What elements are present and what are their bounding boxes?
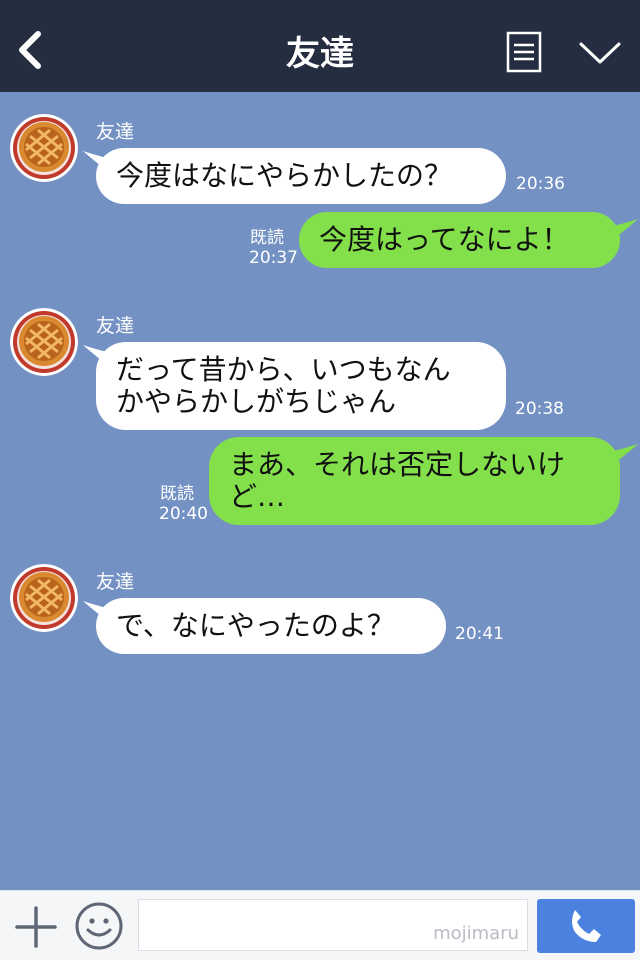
bubble-tail [608,444,638,468]
message-text: 今度はってなによ！ [319,223,570,256]
plus-icon[interactable] [14,905,58,949]
message-text: だって昔から、いつもなん かやらかしがちじゃん [116,353,451,418]
message-bubble-outgoing[interactable]: 今度はってなによ！ [299,212,620,268]
message-bubble-incoming[interactable]: 今度はなにやらかしたの？ [96,148,506,204]
sender-name: 友達 [96,121,135,143]
read-receipt: 既読 [160,484,194,504]
message-time: 20:40 [159,504,208,524]
read-receipt: 既読 [250,228,284,248]
chat-title: 友達 [286,34,354,74]
bubble-tail [608,219,638,243]
watermark-text: mojimaru [433,923,519,944]
message-time: 20:36 [516,174,565,194]
avatar-pie-icon [10,308,78,376]
message-text: 今度はなにやらかしたの？ [116,159,453,192]
message-text: で、なにやったのよ？ [116,609,395,642]
sender-name: 友達 [96,571,135,593]
message-input[interactable]: mojimaru [138,899,528,951]
avatar-pie-icon [10,564,78,632]
message-time: 20:37 [249,248,298,268]
chat-area[interactable]: 友達 今度はなにやらかしたの？ 20:36 既読 20:37 今度はってなによ！… [0,92,640,890]
avatar[interactable] [10,308,78,376]
smile-icon[interactable] [74,901,124,951]
chevron-down-icon[interactable] [578,38,622,68]
header-bar: 友達 [0,0,640,92]
avatar-pie-icon [10,114,78,182]
message-time: 20:41 [455,624,504,644]
message-time: 20:38 [515,399,564,419]
sender-name: 友達 [96,315,135,337]
avatar[interactable] [10,114,78,182]
message-bubble-incoming[interactable]: だって昔から、いつもなん かやらかしがちじゃん [96,342,506,430]
message-bubble-outgoing[interactable]: まあ、それは否定しないけ ど… [209,437,620,525]
message-bubble-incoming[interactable]: で、なにやったのよ？ [96,598,446,654]
call-button[interactable] [537,899,635,953]
phone-icon [572,910,601,942]
menu-icon[interactable] [506,31,542,73]
input-bar: mojimaru [0,890,640,960]
avatar[interactable] [10,564,78,632]
message-text: まあ、それは否定しないけ ど… [229,448,566,513]
